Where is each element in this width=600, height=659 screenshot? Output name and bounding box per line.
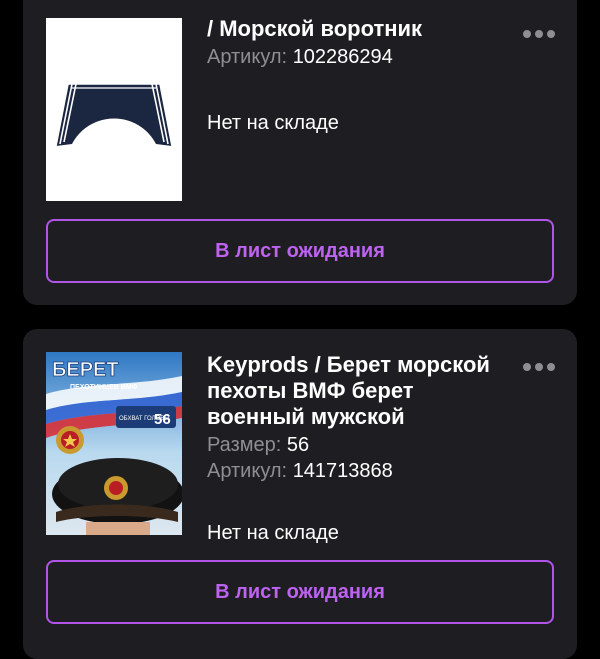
image-subheading: ПЕХОТИНЦЕВ ВМФ [70, 384, 138, 391]
product-title[interactable]: / Морской воротник [207, 16, 507, 42]
article-row: Артикул: 141713868 [207, 458, 507, 484]
image-heading: БЕРЕТ [52, 359, 119, 381]
stock-status: Нет на складе [207, 522, 339, 544]
product-card[interactable]: БЕРЕТ ПЕХОТИНЦЕВ ВМФ ОБХВАТ ГОЛОВЫ 56 Ke… [23, 329, 577, 659]
article-label: Артикул: [207, 46, 288, 68]
more-options-icon[interactable] [523, 29, 555, 39]
article-value: 102286294 [292, 46, 393, 68]
product-image[interactable] [46, 18, 182, 201]
beret-image: БЕРЕТ ПЕХОТИНЦЕВ ВМФ ОБХВАТ ГОЛОВЫ 56 [46, 352, 182, 535]
product-title[interactable]: Keyprods / Берет морской пехоты ВМФ бере… [207, 352, 507, 430]
more-options-icon[interactable] [523, 362, 555, 372]
product-info: / Морской воротник Артикул: 102286294 [207, 16, 507, 70]
article-row: Артикул: 102286294 [207, 44, 507, 70]
article-value: 141713868 [292, 460, 393, 482]
image-size-value: 56 [154, 411, 171, 428]
stock-status: Нет на складе [207, 112, 339, 134]
article-label: Артикул: [207, 460, 288, 482]
product-card[interactable]: / Морской воротник Артикул: 102286294 Не… [23, 0, 577, 305]
size-label: Размер: [207, 434, 282, 456]
product-image[interactable]: БЕРЕТ ПЕХОТИНЦЕВ ВМФ ОБХВАТ ГОЛОВЫ 56 [46, 352, 182, 535]
size-value: 56 [286, 434, 310, 456]
product-info: Keyprods / Берет морской пехоты ВМФ бере… [207, 352, 507, 484]
waitlist-button[interactable]: В лист ожидания [46, 219, 554, 283]
navy-collar-image [46, 18, 182, 201]
size-row: Размер: 56 [207, 432, 507, 458]
waitlist-button[interactable]: В лист ожидания [46, 560, 554, 624]
